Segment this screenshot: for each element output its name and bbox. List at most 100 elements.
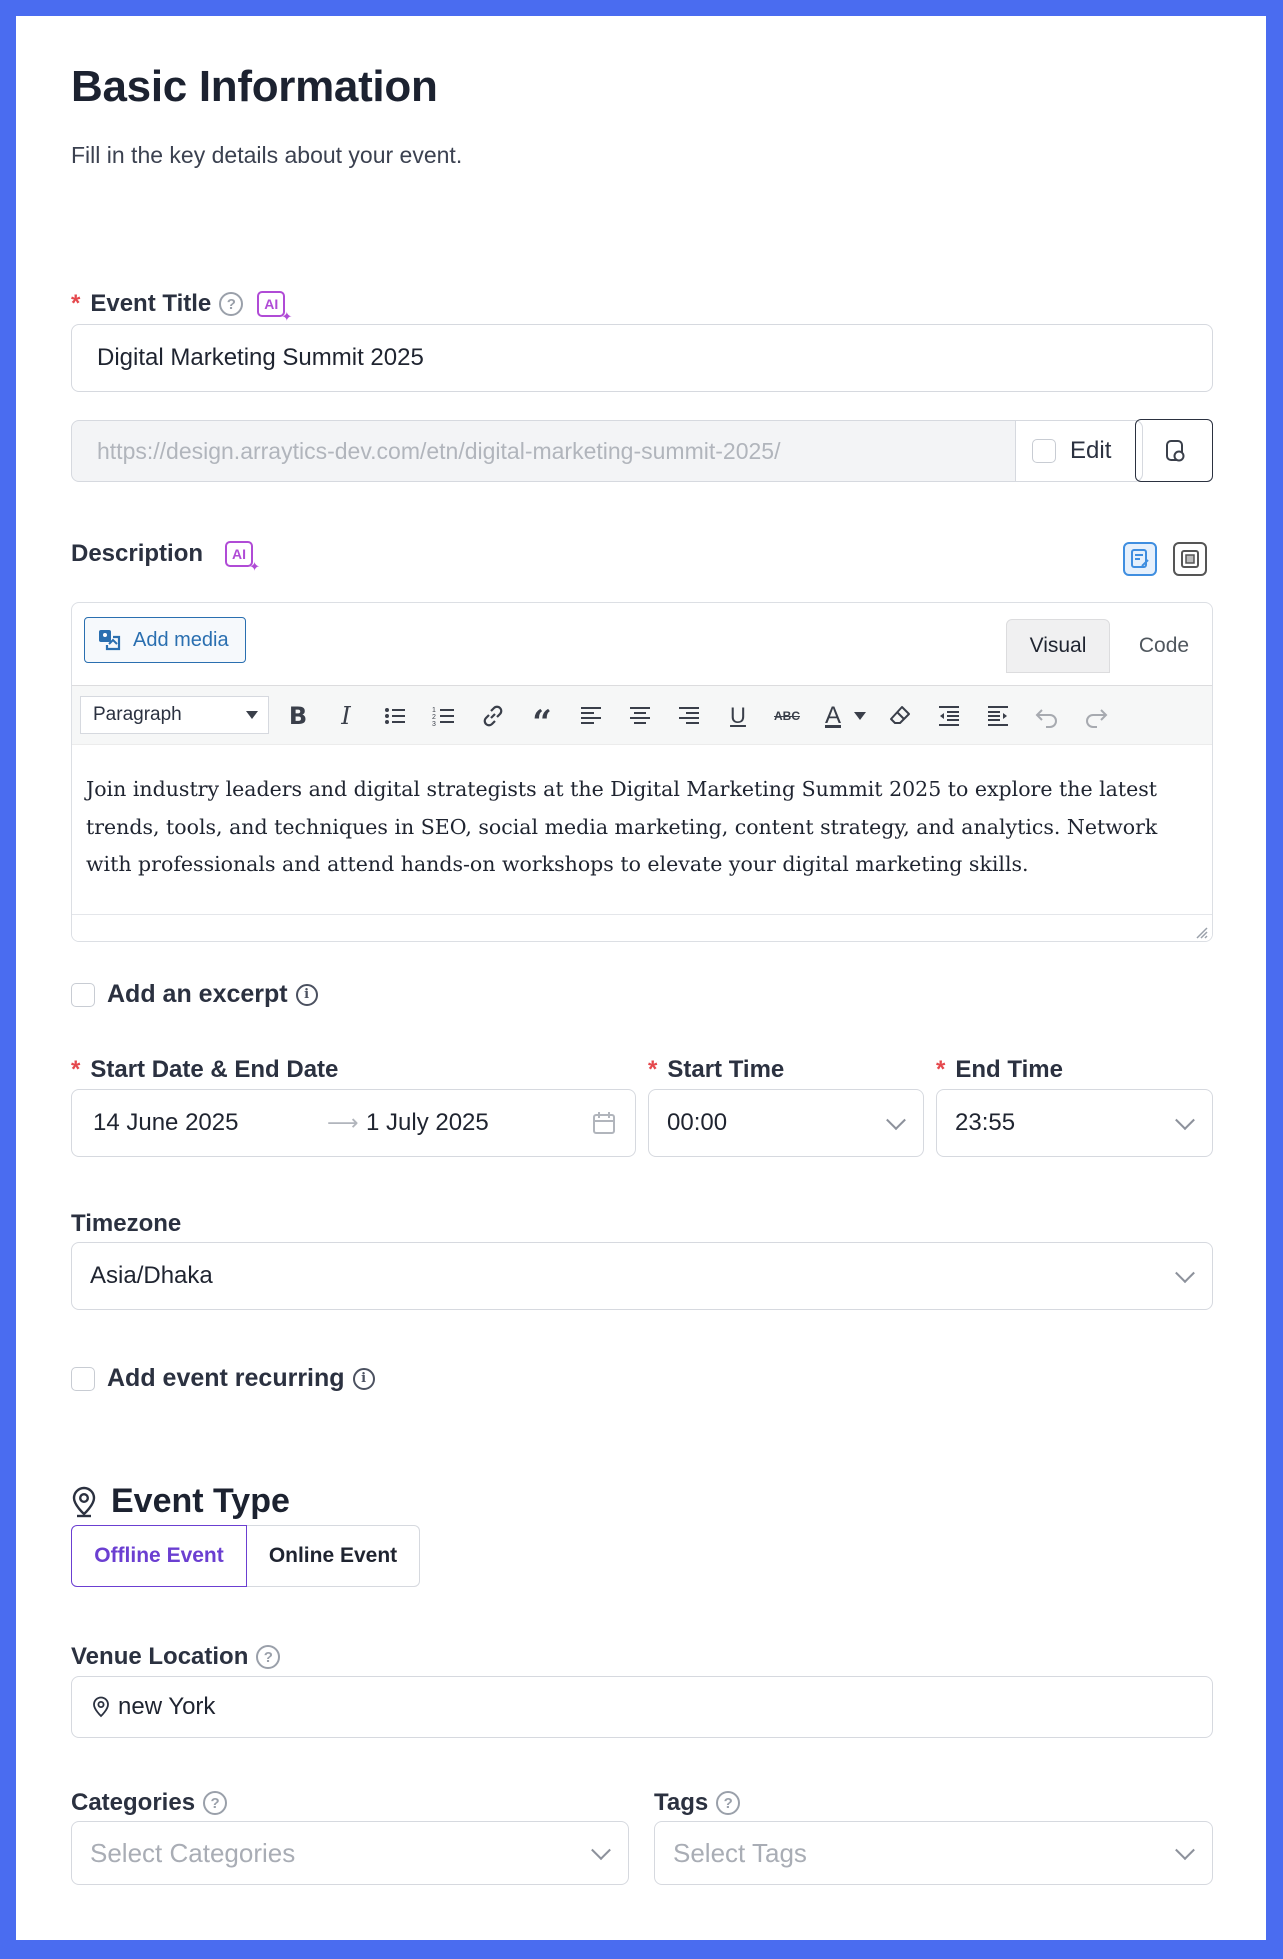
- help-icon[interactable]: ?: [219, 292, 244, 316]
- chevron-down-icon: [1175, 1110, 1195, 1131]
- tags-label-row: Tags ?: [654, 1789, 741, 1817]
- event-type-heading: Event Type: [71, 1482, 290, 1521]
- help-icon[interactable]: ?: [256, 1645, 281, 1669]
- timezone-value: Asia/Dhaka: [90, 1262, 213, 1289]
- block-editor-icon[interactable]: [1173, 542, 1207, 576]
- copy-icon: [1166, 439, 1185, 461]
- redo-icon[interactable]: [1076, 686, 1116, 746]
- tags-label: Tags: [654, 1789, 709, 1816]
- help-icon[interactable]: ?: [203, 1791, 228, 1815]
- link-icon[interactable]: [473, 686, 513, 746]
- undo-icon[interactable]: [1027, 686, 1067, 746]
- date-range-picker[interactable]: 14 June 2025 ⟶ 1 July 2025: [71, 1089, 636, 1157]
- description-label-row: Description AI: [71, 540, 260, 575]
- date-range-label: Start Date & End Date: [90, 1056, 339, 1083]
- editor-content[interactable]: Join industry leaders and digital strate…: [86, 771, 1196, 884]
- editor-toolbar: Paragraph B I 123 “ U ABC A: [72, 685, 1212, 746]
- ai-assist-icon[interactable]: AI: [257, 291, 292, 325]
- align-center-icon[interactable]: [620, 686, 660, 746]
- align-left-icon[interactable]: [571, 686, 611, 746]
- start-time-value: 00:00: [667, 1109, 728, 1136]
- clear-format-icon[interactable]: [880, 686, 920, 746]
- event-title-input[interactable]: Digital Marketing Summit 2025: [71, 324, 1213, 392]
- strikethrough-icon[interactable]: ABC: [767, 686, 807, 746]
- venue-label-row: Venue Location ?: [71, 1643, 281, 1671]
- chevron-down-icon: [1175, 1840, 1195, 1861]
- italic-icon[interactable]: I: [326, 686, 366, 746]
- end-time-select[interactable]: 23:55: [936, 1089, 1213, 1157]
- chevron-down-icon: [1175, 1263, 1195, 1284]
- outdent-icon[interactable]: [929, 686, 969, 746]
- info-icon[interactable]: i: [352, 1367, 375, 1390]
- tab-visual[interactable]: Visual: [1006, 619, 1110, 673]
- format-select-value: Paragraph: [93, 704, 182, 725]
- location-pin-icon: [93, 1696, 109, 1718]
- timezone-select[interactable]: Asia/Dhaka: [71, 1242, 1213, 1310]
- help-icon[interactable]: ?: [716, 1791, 741, 1815]
- form-card: Basic Information Fill in the key detail…: [16, 16, 1266, 1940]
- categories-placeholder: Select Categories: [90, 1837, 296, 1868]
- tab-code[interactable]: Code: [1120, 619, 1208, 673]
- recurring-checkbox[interactable]: [71, 1366, 95, 1391]
- end-time-label-row: * End Time: [936, 1056, 1063, 1084]
- svg-text:3: 3: [432, 721, 436, 728]
- permalink-edit-toggle[interactable]: Edit: [1016, 421, 1142, 481]
- categories-label: Categories: [71, 1789, 196, 1816]
- text-color-icon[interactable]: A: [816, 686, 850, 746]
- resize-handle-icon[interactable]: [1194, 925, 1208, 939]
- permalink-url: https://design.arraytics-dev.com/etn/dig…: [72, 421, 1016, 481]
- event-title-label-row: * Event Title ? AI: [71, 290, 292, 325]
- numbered-list-icon[interactable]: 123: [424, 686, 464, 746]
- visual-editor-icon[interactable]: [1123, 542, 1157, 576]
- excerpt-checkbox[interactable]: [71, 982, 95, 1007]
- tab-offline-event[interactable]: Offline Event: [71, 1525, 247, 1587]
- required-marker: *: [71, 1056, 81, 1083]
- format-select[interactable]: Paragraph: [80, 696, 269, 734]
- required-marker: *: [936, 1056, 946, 1083]
- text-color-caret-icon[interactable]: [850, 686, 870, 746]
- end-date-value[interactable]: 1 July 2025: [366, 1109, 489, 1137]
- venue-input[interactable]: new York: [71, 1676, 1213, 1738]
- location-pin-icon: [72, 1486, 96, 1517]
- chevron-down-icon: [591, 1840, 611, 1861]
- categories-select[interactable]: Select Categories: [71, 1821, 629, 1885]
- start-time-select[interactable]: 00:00: [648, 1089, 924, 1157]
- bold-icon[interactable]: B: [278, 686, 318, 746]
- event-type-segmented: Offline Event Online Event: [71, 1525, 420, 1587]
- range-arrow-icon: ⟶: [327, 1110, 359, 1135]
- blockquote-icon[interactable]: “: [522, 686, 562, 746]
- recurring-label: Add event recurring: [107, 1364, 345, 1392]
- add-media-label: Add media: [133, 628, 229, 651]
- tab-online-event[interactable]: Online Event: [247, 1525, 420, 1587]
- indent-icon[interactable]: [978, 686, 1018, 746]
- page-subtitle: Fill in the key details about your event…: [71, 142, 463, 168]
- excerpt-label: Add an excerpt: [107, 980, 288, 1008]
- tags-select[interactable]: Select Tags: [654, 1821, 1213, 1885]
- event-type-title: Event Type: [111, 1482, 290, 1520]
- description-editor: Add media Visual Code Paragraph B I 123 …: [71, 602, 1213, 942]
- edit-label: Edit: [1070, 437, 1112, 464]
- end-time-value: 23:55: [955, 1109, 1016, 1136]
- align-right-icon[interactable]: [669, 686, 709, 746]
- event-title-value: Digital Marketing Summit 2025: [97, 344, 424, 371]
- info-icon[interactable]: i: [295, 983, 318, 1006]
- start-date-value[interactable]: 14 June 2025: [93, 1109, 238, 1137]
- start-time-label-row: * Start Time: [648, 1056, 784, 1084]
- venue-label: Venue Location: [71, 1643, 249, 1670]
- excerpt-toggle[interactable]: Add an excerpt i: [71, 980, 318, 1009]
- ai-assist-icon[interactable]: AI: [225, 541, 260, 575]
- caret-down-icon: [246, 711, 258, 719]
- required-marker: *: [648, 1056, 658, 1083]
- editor-statusbar: [72, 914, 1212, 941]
- copy-url-button[interactable]: [1135, 419, 1213, 482]
- required-marker: *: [71, 290, 81, 317]
- start-time-label: Start Time: [667, 1056, 785, 1083]
- underline-icon[interactable]: U: [718, 686, 758, 746]
- bullet-list-icon[interactable]: [375, 686, 415, 746]
- permalink-group: https://design.arraytics-dev.com/etn/dig…: [71, 420, 1143, 482]
- add-media-button[interactable]: Add media: [84, 617, 246, 663]
- edit-checkbox[interactable]: [1032, 439, 1056, 463]
- chevron-down-icon: [886, 1110, 906, 1131]
- recurring-toggle[interactable]: Add event recurring i: [71, 1364, 375, 1393]
- venue-value: new York: [118, 1693, 216, 1720]
